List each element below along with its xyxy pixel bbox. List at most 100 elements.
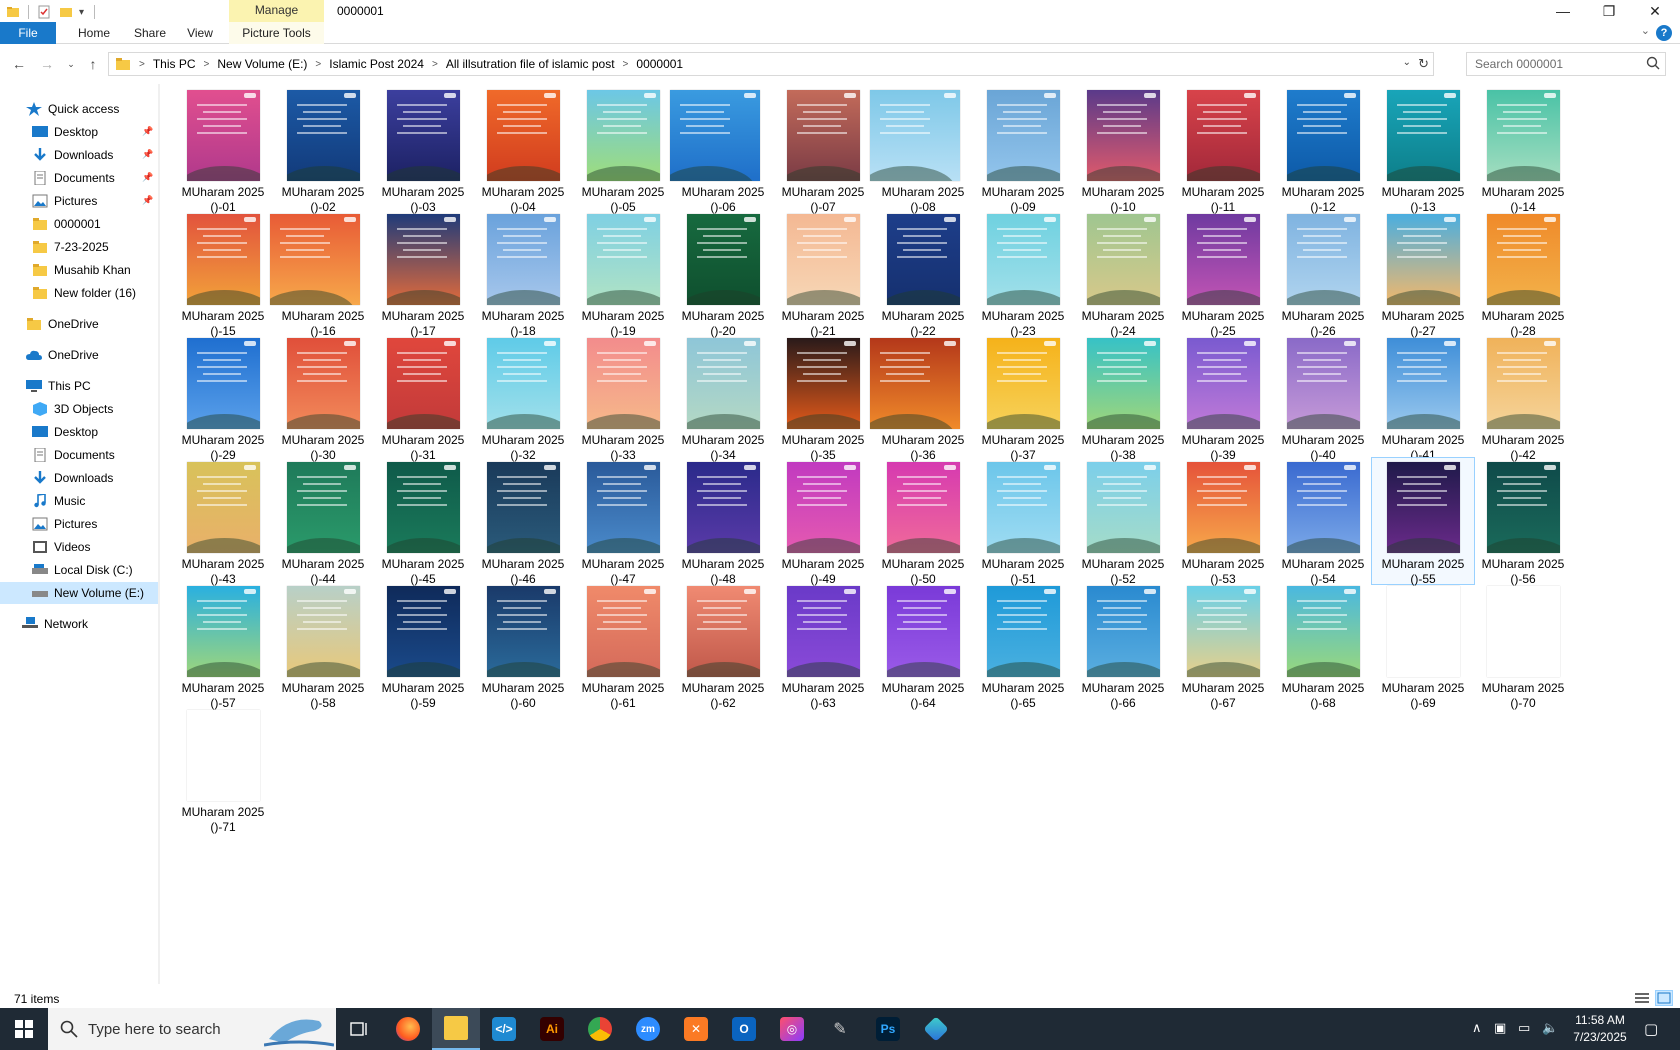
large-icons-view-icon[interactable] (1655, 990, 1673, 1006)
taskbar-pen-tool[interactable]: ✎ (816, 1008, 864, 1050)
file-item[interactable]: MUharam 2025 ()-21 (772, 210, 874, 338)
tab-file[interactable]: File (0, 22, 56, 44)
close-button[interactable]: ✕ (1632, 0, 1678, 22)
file-item[interactable]: MUharam 2025 ()-38 (1072, 334, 1174, 462)
breadcrumb-sep-icon[interactable]: > (428, 59, 442, 70)
network-tray-icon[interactable]: ▣ (1494, 1020, 1506, 1036)
file-item[interactable]: MUharam 2025 ()-36 (870, 334, 974, 462)
tab-picture-tools[interactable]: Picture Tools (229, 22, 324, 44)
file-item[interactable]: MUharam 2025 ()-08 (870, 86, 974, 214)
file-item[interactable]: MUharam 2025 ()-31 (372, 334, 474, 462)
breadcrumb-islamic-post[interactable]: Islamic Post 2024 (325, 57, 428, 71)
file-item[interactable]: MUharam 2025 ()-01 (172, 86, 274, 214)
show-hidden-icons-icon[interactable]: ∧ (1472, 1020, 1482, 1036)
nav-folder-7-23-2025[interactable]: 7-23-2025 (0, 236, 158, 258)
taskbar-app[interactable] (912, 1008, 960, 1050)
forward-arrow-icon[interactable]: → (38, 54, 56, 74)
file-item[interactable]: MUharam 2025 ()-60 (472, 582, 574, 710)
taskbar-creative-cloud[interactable]: ◎ (768, 1008, 816, 1050)
nav-desktop[interactable]: Desktop 📌 (0, 121, 158, 143)
back-arrow-icon[interactable]: ← (10, 54, 28, 74)
file-item[interactable]: MUharam 2025 ()-37 (972, 334, 1074, 462)
breadcrumb-sep-icon[interactable]: > (619, 59, 633, 70)
file-item[interactable]: MUharam 2025 ()-09 (972, 86, 1074, 214)
file-item[interactable]: MUharam 2025 ()-19 (572, 210, 674, 338)
file-item[interactable]: MUharam 2025 ()-42 (1472, 334, 1574, 462)
breadcrumb-illustration-folder[interactable]: All illsutration file of islamic post (442, 57, 619, 71)
tab-share[interactable]: Share (122, 22, 178, 44)
file-item[interactable]: MUharam 2025 ()-26 (1272, 210, 1374, 338)
file-item[interactable]: MUharam 2025 ()-17 (372, 210, 474, 338)
file-item[interactable]: MUharam 2025 ()-25 (1172, 210, 1274, 338)
file-item[interactable]: MUharam 2025 ()-54 (1272, 458, 1374, 586)
taskbar-search-input[interactable]: Type here to search (48, 1008, 336, 1050)
clock[interactable]: 11:58 AM 7/23/2025 (1562, 1012, 1638, 1046)
file-item[interactable]: MUharam 2025 ()-05 (572, 86, 674, 214)
breadcrumb-current[interactable]: 0000001 (632, 57, 687, 71)
file-item[interactable]: MUharam 2025 ()-57 (172, 582, 274, 710)
nav-documents[interactable]: Documents 📌 (0, 167, 158, 189)
file-item[interactable]: MUharam 2025 ()-23 (972, 210, 1074, 338)
file-item[interactable]: MUharam 2025 ()-55 (1371, 457, 1475, 586)
details-view-icon[interactable] (1634, 991, 1650, 1005)
file-item[interactable]: MUharam 2025 ()-59 (372, 582, 474, 710)
file-item[interactable]: MUharam 2025 ()-64 (872, 582, 974, 710)
file-item[interactable]: MUharam 2025 ()-39 (1172, 334, 1274, 462)
file-item[interactable]: MUharam 2025 ()-49 (772, 458, 874, 586)
file-item[interactable]: MUharam 2025 ()-24 (1072, 210, 1174, 338)
recent-locations-icon[interactable]: ⌄ (62, 54, 80, 74)
nav-onedrive-personal[interactable]: OneDrive (0, 313, 158, 335)
file-item[interactable]: MUharam 2025 ()-52 (1072, 458, 1174, 586)
file-item[interactable]: MUharam 2025 ()-56 (1472, 458, 1574, 586)
taskbar-outlook[interactable]: O (720, 1008, 768, 1050)
taskbar-file-explorer[interactable] (432, 1008, 480, 1050)
nav-pc-desktop[interactable]: Desktop (0, 421, 158, 443)
nav-downloads[interactable]: Downloads 📌 (0, 144, 158, 166)
search-icon[interactable] (1646, 56, 1660, 70)
file-item[interactable]: MUharam 2025 ()-68 (1272, 582, 1374, 710)
file-item[interactable]: MUharam 2025 ()-70 (1472, 582, 1574, 710)
nav-pc-downloads[interactable]: Downloads (0, 467, 158, 489)
file-item[interactable]: MUharam 2025 ()-65 (972, 582, 1074, 710)
nav-local-disk-c[interactable]: Local Disk (C:) (0, 559, 158, 581)
file-item[interactable]: MUharam 2025 ()-58 (272, 582, 374, 710)
nav-pictures[interactable]: Pictures 📌 (0, 190, 158, 212)
tab-view[interactable]: View (172, 22, 228, 44)
file-item[interactable]: MUharam 2025 ()-10 (1072, 86, 1174, 214)
nav-music[interactable]: Music (0, 490, 158, 512)
file-item[interactable]: MUharam 2025 ()-35 (772, 334, 874, 462)
refresh-icon[interactable]: ↻ (1418, 56, 1429, 72)
restore-button[interactable]: ❐ (1586, 0, 1632, 22)
folder-icon[interactable] (6, 5, 20, 19)
breadcrumb-new-volume[interactable]: New Volume (E:) (213, 57, 311, 71)
file-item[interactable]: MUharam 2025 ()-71 (172, 706, 274, 834)
taskbar-vscode[interactable]: </> (480, 1008, 528, 1050)
file-item[interactable]: MUharam 2025 ()-18 (472, 210, 574, 338)
manage-tab[interactable]: Manage (229, 0, 324, 22)
file-item[interactable]: MUharam 2025 ()-02 (272, 86, 374, 214)
file-item[interactable]: MUharam 2025 ()-43 (172, 458, 274, 586)
up-arrow-icon[interactable]: ↑ (84, 54, 102, 74)
nav-onedrive[interactable]: OneDrive (0, 344, 158, 366)
file-item[interactable]: MUharam 2025 ()-20 (672, 210, 774, 338)
file-item[interactable]: MUharam 2025 ()-04 (472, 86, 574, 214)
taskbar-illustrator[interactable]: Ai (528, 1008, 576, 1050)
start-button[interactable] (0, 1008, 48, 1050)
customize-qat-icon[interactable]: ▾ (79, 7, 84, 18)
taskbar-xampp[interactable]: ✕ (672, 1008, 720, 1050)
file-item[interactable]: MUharam 2025 ()-34 (672, 334, 774, 462)
file-item[interactable]: MUharam 2025 ()-45 (372, 458, 474, 586)
nav-pc-pictures[interactable]: Pictures (0, 513, 158, 535)
nav-folder-0000001[interactable]: 0000001 (0, 213, 158, 235)
file-item[interactable]: MUharam 2025 ()-13 (1372, 86, 1474, 214)
file-item[interactable]: MUharam 2025 ()-28 (1472, 210, 1574, 338)
breadcrumb-sep-icon[interactable]: > (135, 59, 149, 70)
file-item[interactable]: MUharam 2025 ()-14 (1472, 86, 1574, 214)
file-item[interactable]: MUharam 2025 ()-41 (1372, 334, 1474, 462)
file-item[interactable]: MUharam 2025 ()-22 (872, 210, 974, 338)
address-bar[interactable]: > This PC > New Volume (E:) > Islamic Po… (108, 52, 1434, 76)
help-icon[interactable]: ? (1656, 25, 1672, 41)
nav-folder-new-folder-16[interactable]: New folder (16) (0, 282, 158, 304)
file-item[interactable]: MUharam 2025 ()-62 (672, 582, 774, 710)
minimize-button[interactable]: — (1540, 0, 1586, 22)
